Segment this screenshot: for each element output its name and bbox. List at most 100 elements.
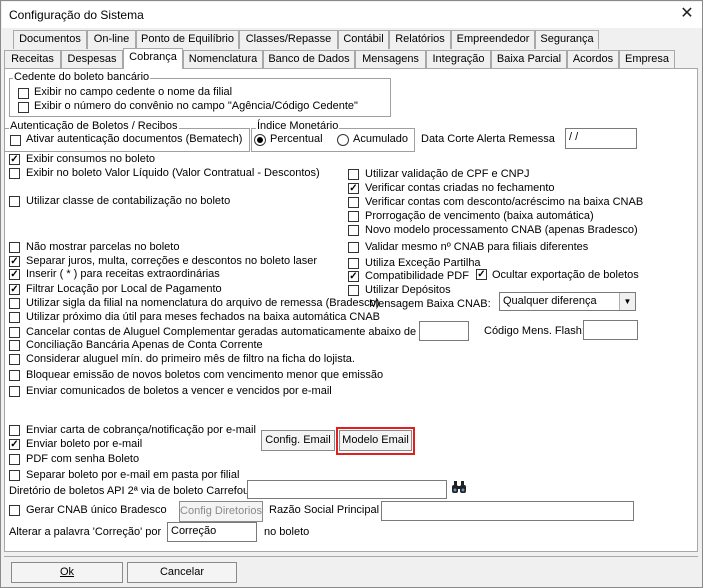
novo-modelo-checkbox[interactable] <box>348 225 359 236</box>
tab-despesas[interactable]: Despesas <box>61 50 123 69</box>
proximo-dia-util-checkbox[interactable] <box>9 312 20 323</box>
percentual-label: Percentual <box>270 133 323 145</box>
config-window: Configuração do Sistema ✕ Documentos On-… <box>0 0 703 588</box>
tab-integracao[interactable]: Integração <box>426 50 491 69</box>
cancelar-contas-label: Cancelar contas de Aluguel Complementar … <box>26 326 434 338</box>
config-diretorios-button[interactable]: Config Diretorios <box>179 501 263 522</box>
separar-pasta-label: Separar boleto por e-mail em pasta por f… <box>26 469 240 481</box>
nao-mostrar-parcelas-label: Não mostrar parcelas no boleto <box>26 241 180 253</box>
prorrogacao-checkbox[interactable] <box>348 211 359 222</box>
diretorio-input[interactable] <box>247 480 447 499</box>
tab-empresa[interactable]: Empresa <box>619 50 675 69</box>
indice-legend: Índice Monetário <box>256 120 340 132</box>
tab-baixa-parcial[interactable]: Baixa Parcial <box>491 50 567 69</box>
title-bar: Configuração do Sistema ✕ <box>2 2 702 28</box>
tab-mensagens[interactable]: Mensagens <box>355 50 426 69</box>
footer-divider <box>4 556 698 557</box>
tab-classes-repasse[interactable]: Classes/Repasse <box>239 30 338 49</box>
ocultar-exportacao-checkbox[interactable]: ✓ <box>476 269 487 280</box>
enviar-carta-checkbox[interactable] <box>9 425 20 436</box>
enviar-comunicados-checkbox[interactable] <box>9 386 20 397</box>
cancelar-contas-valor-input[interactable] <box>419 321 469 341</box>
diretorio-label: Diretório de boletos API 2ª via de bolet… <box>9 485 253 497</box>
cedente-convenio-label: Exibir o número do convênio no campo "Ag… <box>34 100 358 112</box>
utilizar-depositos-checkbox[interactable] <box>348 285 359 296</box>
mensagem-baixa-label: Mensagem Baixa CNAB: <box>369 298 491 310</box>
binoculars-icon[interactable] <box>449 480 469 498</box>
tab-cobranca[interactable]: Cobrança <box>123 48 183 69</box>
ok-button[interactable]: Ok <box>11 562 123 583</box>
tab-ponto-equilibrio[interactable]: Ponto de Equilíbrio <box>136 30 239 49</box>
autenticacao-legend: Autenticação de Boletos / Recibos <box>9 120 179 132</box>
inserir-checkbox[interactable]: ✓ <box>9 269 20 280</box>
gerar-cnab-label: Gerar CNAB único Bradesco <box>26 504 167 516</box>
compat-pdf-checkbox[interactable]: ✓ <box>348 271 359 282</box>
tab-seguranca[interactable]: Segurança <box>535 30 599 49</box>
chevron-down-icon[interactable]: ▼ <box>619 293 635 310</box>
codigo-flash-input[interactable] <box>583 320 638 340</box>
tab-banco-dados[interactable]: Banco de Dados <box>263 50 355 69</box>
tab-nomenclatura[interactable]: Nomenclatura <box>183 50 263 69</box>
tab-online[interactable]: On-line <box>87 30 136 49</box>
valor-liquido-label: Exibir no boleto Valor Líquido (Valor Co… <box>26 167 320 179</box>
correcao-label: Alterar a palavra 'Correção' por <box>9 526 162 538</box>
bloquear-emissao-checkbox[interactable] <box>9 370 20 381</box>
cancelar-contas-checkbox[interactable] <box>9 327 20 338</box>
tab-acordos[interactable]: Acordos <box>567 50 619 69</box>
modelo-email-button[interactable]: Modelo Email <box>339 430 412 451</box>
autenticacao-label: Ativar autenticação documentos (Bematech… <box>26 133 243 145</box>
cedente-convenio-checkbox[interactable] <box>18 102 29 113</box>
autenticacao-checkbox[interactable] <box>10 135 21 146</box>
correcao-input[interactable]: Correção <box>167 522 257 542</box>
separar-juros-checkbox[interactable]: ✓ <box>9 256 20 267</box>
data-corte-label: Data Corte Alerta Remessa <box>421 133 555 145</box>
cedente-nome-filial-checkbox[interactable] <box>18 88 29 99</box>
utilizar-sigla-label: Utilizar sigla da filial na nomenclatura… <box>26 297 380 309</box>
utilizar-sigla-checkbox[interactable] <box>9 298 20 309</box>
verificar-desconto-checkbox[interactable] <box>348 197 359 208</box>
nao-mostrar-parcelas-checkbox[interactable] <box>9 242 20 253</box>
prorrogacao-label: Prorrogação de vencimento (baixa automát… <box>365 210 594 222</box>
validacao-cpf-checkbox[interactable] <box>348 169 359 180</box>
mensagem-baixa-select[interactable]: Qualquer diferença ▼ <box>499 292 636 311</box>
tab-receitas[interactable]: Receitas <box>4 50 61 69</box>
exibir-consumos-label: Exibir consumos no boleto <box>26 153 156 165</box>
considerar-aluguel-checkbox[interactable] <box>9 354 20 365</box>
proximo-dia-util-label: Utilizar próximo dia útil para meses fec… <box>26 311 380 323</box>
utilizar-classe-checkbox[interactable] <box>9 196 20 207</box>
inserir-label: Inserir ( * ) para receitas extraordinár… <box>26 268 220 280</box>
novo-modelo-label: Novo modelo processamento CNAB (apenas B… <box>365 224 638 236</box>
tab-empreendedor[interactable]: Empreendedor <box>451 30 535 49</box>
acumulado-radio[interactable] <box>337 134 349 146</box>
razao-social-input[interactable] <box>381 501 634 521</box>
valor-liquido-checkbox[interactable] <box>9 168 20 179</box>
data-corte-input[interactable]: / / <box>565 128 637 149</box>
razao-social-label: Razão Social Principal <box>269 504 380 516</box>
enviar-boleto-checkbox[interactable]: ✓ <box>9 439 20 450</box>
separar-pasta-checkbox[interactable] <box>9 470 20 481</box>
gerar-cnab-checkbox[interactable] <box>9 505 20 516</box>
validar-cnab-checkbox[interactable] <box>348 242 359 253</box>
excecao-partilha-checkbox[interactable] <box>348 258 359 269</box>
verificar-contas-checkbox[interactable]: ✓ <box>348 183 359 194</box>
tab-documentos[interactable]: Documentos <box>13 30 87 49</box>
cancel-button[interactable]: Cancelar <box>127 562 237 583</box>
close-icon[interactable]: ✕ <box>678 6 696 24</box>
pdf-senha-checkbox[interactable] <box>9 454 20 465</box>
excecao-partilha-label: Utiliza Exceção Partilha <box>365 257 481 269</box>
enviar-carta-label: Enviar carta de cobrança/notificação por… <box>26 424 256 436</box>
cedente-nome-filial-label: Exibir no campo cedente o nome da filial <box>34 86 233 98</box>
utilizar-depositos-label: Utilizar Depósitos <box>365 284 451 296</box>
enviar-boleto-label: Enviar boleto por e-mail <box>26 438 143 450</box>
tab-contabil[interactable]: Contábil <box>338 30 389 49</box>
tab-relatorios[interactable]: Relatórios <box>389 30 451 49</box>
codigo-flash-label: Código Mens. Flash: <box>484 325 585 337</box>
exibir-consumos-checkbox[interactable]: ✓ <box>9 154 20 165</box>
percentual-radio[interactable] <box>254 134 266 146</box>
conciliacao-checkbox[interactable] <box>9 340 20 351</box>
filtrar-locacao-checkbox[interactable]: ✓ <box>9 284 20 295</box>
pdf-senha-label: PDF com senha Boleto <box>26 453 140 465</box>
separar-juros-label: Separar juros, multa, correções e descon… <box>26 255 318 267</box>
config-email-button[interactable]: Config. Email <box>261 430 335 451</box>
ok-button-label: Ok <box>59 566 75 578</box>
